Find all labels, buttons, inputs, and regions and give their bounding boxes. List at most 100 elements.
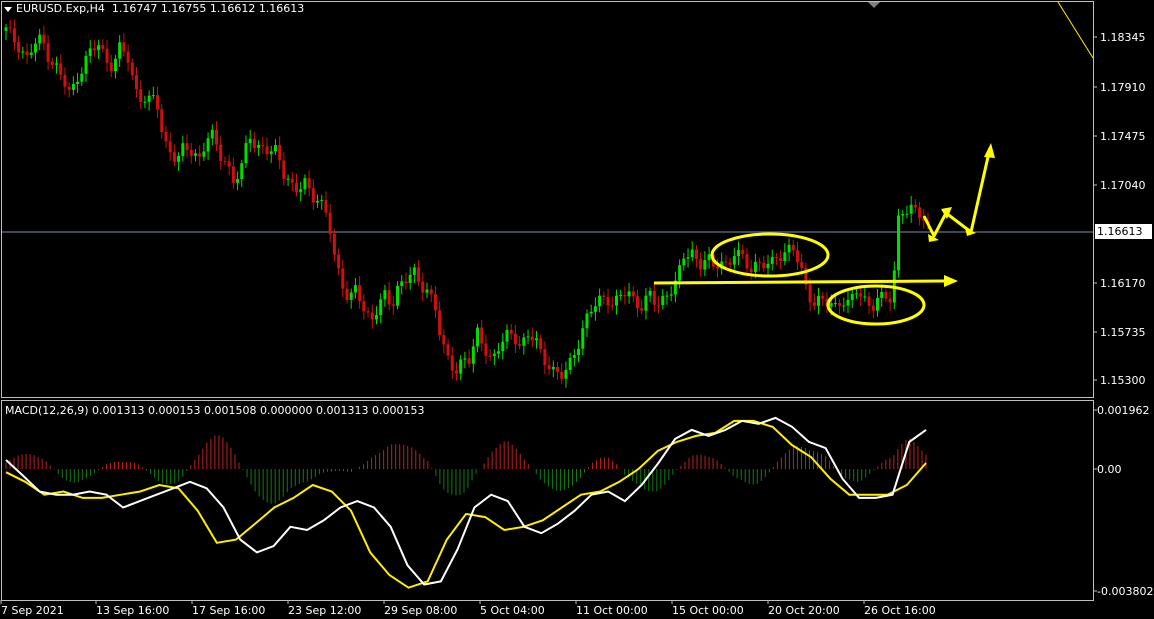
candle-body	[299, 189, 303, 193]
candle-body	[370, 312, 374, 320]
candle-body	[265, 146, 269, 155]
candle-body	[888, 298, 892, 303]
projection-path[interactable]	[922, 147, 992, 238]
candle-body	[513, 333, 517, 345]
candle-body	[829, 303, 833, 307]
candle-body	[543, 349, 547, 366]
candle-body	[88, 48, 92, 56]
candle-body	[909, 204, 913, 214]
candle-body	[644, 295, 648, 311]
candle-body	[560, 371, 564, 379]
candle-body	[433, 294, 437, 311]
candle-body	[105, 48, 109, 63]
candle-body	[665, 295, 669, 297]
candle-body	[585, 313, 589, 329]
macd-tick-label: -0.003802	[1097, 585, 1153, 598]
candle-body	[425, 289, 429, 293]
range-ellipse-upper[interactable]	[710, 232, 830, 278]
macd-tick-label: 0.001962	[1097, 404, 1150, 417]
candle-body	[774, 256, 778, 259]
candle-body	[581, 328, 585, 349]
price-tick-label: 1.16170	[1100, 277, 1146, 290]
candle-body	[118, 42, 122, 59]
candle-body	[640, 308, 644, 311]
candle-body	[273, 145, 277, 152]
candle-body	[400, 281, 404, 286]
candle-body	[694, 249, 698, 260]
candle-body	[787, 244, 791, 253]
axes: 1.18345 1.17910 1.17475 1.17040 1.16170 1.157…	[0, 31, 1153, 617]
candle-body	[505, 329, 509, 342]
ohlc-values: 1.16747 1.16755 1.16612 1.16613	[111, 2, 305, 15]
candle-body	[779, 258, 783, 261]
candle-body	[113, 58, 117, 72]
candle-body	[476, 327, 480, 347]
price-tick-label: 1.18345	[1100, 31, 1146, 44]
candle-body	[905, 213, 909, 215]
candle-body	[294, 182, 298, 193]
candle-body	[324, 199, 328, 213]
candle-body	[602, 295, 606, 297]
trend-line[interactable]	[1057, 1, 1094, 59]
candle-body	[396, 285, 400, 306]
candle-body	[408, 274, 412, 284]
candle-body	[901, 214, 905, 216]
candle-body	[240, 163, 244, 179]
candle-body	[8, 27, 12, 29]
candle-body	[219, 144, 223, 162]
candle-body	[762, 262, 766, 269]
candle-body	[307, 178, 311, 189]
candle-body	[278, 145, 282, 161]
candle-body	[269, 151, 273, 155]
candle-body	[913, 204, 917, 208]
chart-shift-marker[interactable]	[868, 2, 880, 8]
candle-body	[42, 34, 46, 44]
candle-body	[341, 268, 345, 289]
time-tick-label: 7 Sep 2021	[1, 604, 64, 617]
time-tick-label: 13 Sep 16:00	[96, 604, 169, 617]
candle-body	[454, 370, 458, 374]
candle-body	[918, 207, 922, 218]
candle-body	[328, 212, 332, 234]
price-chart[interactable]: 1.18345 1.17910 1.17475 1.17040 1.16170 1.157…	[0, 0, 1154, 619]
candle-body	[884, 291, 888, 299]
candle-body	[838, 303, 842, 306]
current-price-tag: 1.16613	[1095, 224, 1152, 239]
candle-body	[636, 296, 640, 309]
candle-body	[463, 358, 467, 360]
candle-body	[236, 178, 240, 183]
candle-body	[189, 149, 193, 156]
support-arrow-line[interactable]	[653, 279, 946, 285]
candle-body	[181, 143, 185, 156]
candle-body	[564, 370, 568, 379]
candle-body	[526, 336, 530, 338]
candle-body	[800, 262, 804, 268]
candle-body	[12, 28, 16, 43]
candles	[4, 19, 930, 388]
candle-body	[379, 299, 383, 316]
candle-body	[33, 43, 37, 53]
candle-body	[429, 289, 433, 295]
candle-body	[724, 261, 728, 263]
symbol-header: EURUSD.Exp,H4 1.16747 1.16755 1.16612 1.…	[4, 2, 304, 15]
candle-body	[168, 141, 172, 153]
candle-body	[383, 290, 387, 300]
candle-body	[156, 95, 160, 110]
candle-body	[147, 95, 151, 102]
candle-body	[522, 337, 526, 346]
candle-body	[795, 250, 799, 263]
candle-body	[690, 249, 694, 258]
time-tick-label: 26 Oct 16:00	[864, 604, 936, 617]
candle-body	[92, 48, 96, 51]
candle-body	[290, 178, 294, 183]
candle-body	[459, 359, 463, 374]
price-tick-label: 1.17475	[1100, 130, 1146, 143]
candle-body	[846, 299, 850, 306]
candle-body	[850, 293, 854, 300]
candle-body	[362, 301, 366, 312]
candle-body	[143, 101, 147, 103]
candle-body	[353, 285, 357, 293]
dropdown-icon[interactable]	[4, 6, 12, 12]
price-tick-label: 1.17040	[1100, 179, 1146, 192]
candle-body	[349, 292, 353, 300]
